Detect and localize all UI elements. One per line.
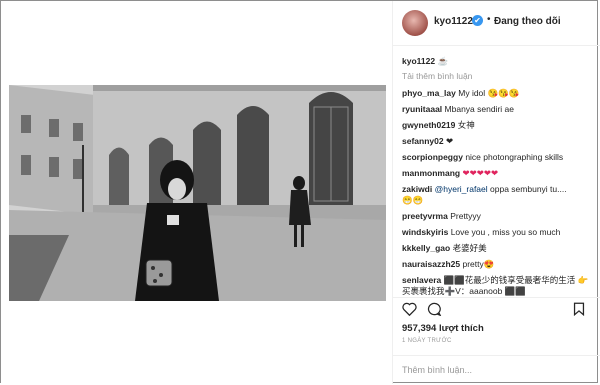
comment-text: pretty😍 — [462, 259, 495, 269]
header-username[interactable]: kyo1122 — [434, 16, 473, 27]
load-more-comments-button[interactable]: Tải thêm bình luận — [402, 71, 472, 82]
comment-username[interactable]: scorpionpeggy — [402, 152, 463, 162]
street-scene-image — [9, 85, 386, 301]
comment-username[interactable]: zakiwdi — [402, 184, 432, 194]
comment-row: sefanny02 ❤ — [402, 136, 453, 147]
comment-row: phyo_ma_lay My idol 😘😘😘 — [402, 88, 519, 99]
comment-text: 女神 — [457, 120, 475, 130]
post-photo[interactable] — [9, 85, 386, 301]
comment-text: Mbanya sendiri ae — [444, 104, 514, 114]
bookmark-icon[interactable] — [573, 302, 585, 321]
comment-text: 老婆好美 — [452, 243, 487, 253]
comment-continuation: 😁😁 — [402, 195, 424, 205]
comment-username[interactable]: senlavera — [402, 275, 441, 285]
comment-row: gwyneth0219 女神 — [402, 120, 475, 131]
caption-username[interactable]: kyo1122 — [402, 56, 435, 66]
comment-text: nice photongraphing skills — [465, 152, 564, 162]
comment-username[interactable]: phyo_ma_lay — [402, 88, 456, 98]
comment-username[interactable]: preetyvrma — [402, 211, 448, 221]
photo-area — [1, 1, 392, 384]
heart-icon[interactable] — [402, 302, 417, 321]
header-separator: • — [487, 14, 491, 25]
comment-mention-link[interactable]: @hyeri_rafael — [435, 184, 488, 194]
comment-text: ❤ — [445, 136, 454, 146]
comment-input[interactable]: Thêm bình luận... — [402, 365, 472, 375]
comment-text: My idol 😘😘😘 — [458, 88, 520, 98]
comment-text: ⬛⬛花最少的钱享受最奢华的生活 👉 — [443, 275, 589, 285]
comment-continuation: 买裹裹找我➕V：aaanoob ⬛⬛ — [402, 286, 526, 296]
verified-badge-icon: ✔ — [472, 15, 483, 26]
post-frame: kyo1122 ✔ • Đang theo dõi kyo1122 ☕ Tải … — [0, 0, 600, 384]
comment-text: ❤❤❤❤❤ — [462, 168, 499, 178]
comment-text: Prettyyy — [450, 211, 481, 221]
add-comment-bar: Thêm bình luận... — [393, 355, 600, 385]
comment-row: zakiwdi @hyeri_rafael oppa sembunyi tu..… — [402, 184, 567, 195]
comment-text: oppa sembunyi tu.... — [490, 184, 567, 194]
avatar[interactable] — [402, 10, 428, 36]
action-bar — [393, 297, 600, 320]
comment-username[interactable]: nauraisazzh25 — [402, 259, 460, 269]
comment-username[interactable]: kkkelly_gao — [402, 243, 450, 253]
post-sidebar: kyo1122 ✔ • Đang theo dõi kyo1122 ☕ Tải … — [392, 1, 600, 384]
comment-username[interactable]: gwyneth0219 — [402, 120, 455, 130]
comment-username[interactable]: sefanny02 — [402, 136, 444, 146]
post-header: kyo1122 ✔ • Đang theo dõi — [393, 1, 600, 46]
post-timestamp: 1 NGÀY TRƯỚC — [402, 338, 452, 344]
comment-row: senlavera ⬛⬛花最少的钱享受最奢华的生活 👉 — [402, 275, 588, 286]
comment-row: scorpionpeggy nice photongraphing skills — [402, 152, 563, 163]
following-button[interactable]: Đang theo dõi — [494, 16, 561, 27]
comment-row: ryunitaaal Mbanya sendiri ae — [402, 104, 514, 115]
comment-text: Love you , miss you so much — [450, 227, 561, 237]
comment-row: kkkelly_gao 老婆好美 — [402, 243, 487, 254]
comment-row: windskyiris Love you , miss you so much — [402, 227, 560, 238]
caption: kyo1122 ☕ — [402, 56, 448, 67]
comment-username[interactable]: windskyiris — [402, 227, 448, 237]
comment-icon[interactable] — [427, 302, 442, 321]
comment-row: manmonmang ❤❤❤❤❤ — [402, 168, 498, 179]
comment-row: nauraisazzh25 pretty😍 — [402, 259, 494, 270]
comment-username[interactable]: ryunitaaal — [402, 104, 442, 114]
comment-row: preetyvrma Prettyyy — [402, 211, 481, 222]
like-count[interactable]: 957,394 lượt thích — [402, 323, 484, 334]
caption-text: ☕ — [437, 56, 449, 66]
comment-username[interactable]: manmonmang — [402, 168, 460, 178]
